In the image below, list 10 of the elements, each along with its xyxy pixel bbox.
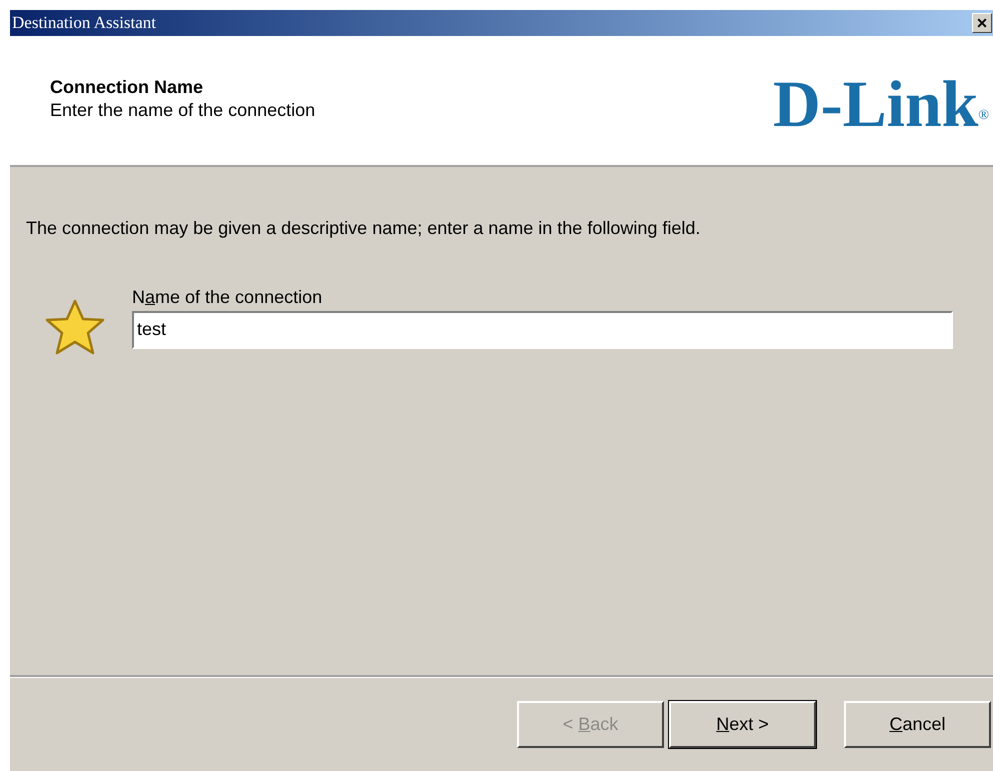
page-subtitle: Enter the name of the connection	[50, 98, 316, 121]
connection-name-field[interactable]: test	[132, 310, 953, 348]
instruction-text: The connection may be given a descriptive name; enter a name in the following field.	[26, 217, 702, 240]
star-icon	[44, 298, 106, 356]
cancel-button[interactable]: Cancel	[844, 701, 991, 748]
field-label: Name of the connection	[132, 286, 324, 308]
window-title: Destination Assistant	[11, 12, 156, 34]
page-title: Connection Name	[50, 76, 204, 98]
close-button[interactable]: ×	[972, 13, 992, 33]
next-button[interactable]: Next >	[669, 701, 816, 748]
